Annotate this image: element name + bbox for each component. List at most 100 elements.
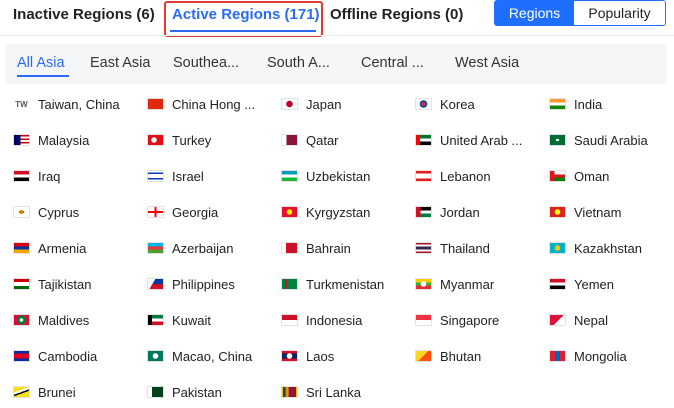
uae-flag-icon — [415, 134, 432, 146]
country-name: Bahrain — [306, 240, 351, 256]
view-toggle: Regions Popularity — [494, 0, 666, 26]
country-item[interactable]: TW Taiwan, China — [13, 94, 120, 114]
mongolia-flag-icon — [549, 350, 566, 362]
country-item[interactable]: Singapore — [415, 310, 499, 330]
country-item[interactable]: Myanmar — [415, 274, 494, 294]
regions-view-button[interactable]: Regions — [495, 1, 574, 25]
myanmar-flag-icon — [415, 278, 432, 290]
tabs-divider — [0, 35, 674, 36]
hong-kong-flag-icon — [147, 98, 164, 110]
country-item[interactable]: Kuwait — [147, 310, 211, 330]
country-name: Turkey — [172, 132, 212, 148]
country-item[interactable]: Indonesia — [281, 310, 362, 330]
country-item[interactable]: Oman — [549, 166, 609, 186]
indonesia-flag-icon — [281, 314, 298, 326]
sri-lanka-flag-icon — [281, 386, 298, 398]
country-item[interactable]: Kyrgyzstan — [281, 202, 370, 222]
country-item[interactable]: Uzbekistan — [281, 166, 370, 186]
tab-inactive-regions[interactable]: Inactive Regions (6) — [13, 6, 155, 23]
country-name: Malaysia — [38, 132, 90, 148]
country-name: Turkmenistan — [306, 276, 385, 292]
subtab-all-asia[interactable]: All Asia — [17, 55, 65, 71]
uzbekistan-flag-icon — [281, 170, 298, 182]
country-name: Jordan — [440, 204, 480, 220]
country-item[interactable]: Korea — [415, 94, 475, 114]
country-item[interactable]: Kazakhstan — [549, 238, 642, 258]
subtab-south-asia[interactable]: South A... — [267, 55, 330, 71]
iraq-flag-icon — [13, 170, 30, 182]
country-item[interactable]: Lebanon — [415, 166, 491, 186]
country-name: Kuwait — [172, 312, 212, 328]
subtab-east-asia[interactable]: East Asia — [90, 55, 150, 71]
country-item[interactable]: Vietnam — [549, 202, 621, 222]
country-name: Maldives — [38, 312, 90, 328]
country-item[interactable]: Laos — [281, 346, 334, 366]
sub-region-tabs: All Asia East Asia Southea... South A...… — [5, 44, 667, 84]
country-item[interactable]: Georgia — [147, 202, 218, 222]
armenia-flag-icon — [13, 242, 30, 254]
singapore-flag-icon — [415, 314, 432, 326]
country-item[interactable]: Saudi Arabia — [549, 130, 648, 150]
country-name: Singapore — [440, 312, 500, 328]
country-name: Sri Lanka — [306, 384, 361, 400]
country-item[interactable]: Sri Lanka — [281, 382, 361, 402]
country-item[interactable]: China Hong ... — [147, 94, 255, 114]
country-item[interactable]: United Arab ... — [415, 130, 522, 150]
israel-flag-icon — [147, 170, 164, 182]
country-item[interactable]: Turkey — [147, 130, 211, 150]
country-item[interactable]: Qatar — [281, 130, 339, 150]
country-name: Oman — [574, 168, 610, 184]
country-name: Japan — [306, 96, 342, 112]
country-item[interactable]: Yemen — [549, 274, 614, 294]
taiwan-icon: TW — [13, 98, 30, 110]
maldives-flag-icon — [13, 314, 30, 326]
country-item[interactable]: Thailand — [415, 238, 490, 258]
country-name: Iraq — [38, 168, 61, 184]
country-name: Taiwan, China — [38, 96, 120, 112]
country-item[interactable]: Turkmenistan — [281, 274, 384, 294]
country-item[interactable]: Nepal — [549, 310, 608, 330]
tab-offline-regions[interactable]: Offline Regions (0) — [330, 6, 463, 23]
country-name: Kazakhstan — [574, 240, 642, 256]
country-item[interactable]: Cyprus — [13, 202, 79, 222]
subtab-west-asia[interactable]: West Asia — [455, 55, 519, 71]
country-name: Laos — [306, 348, 335, 364]
country-item[interactable]: Mongolia — [549, 346, 627, 366]
macao-flag-icon — [147, 350, 164, 362]
yemen-flag-icon — [549, 278, 566, 290]
country-item[interactable]: Jordan — [415, 202, 480, 222]
country-item[interactable]: Tajikistan — [13, 274, 91, 294]
country-item[interactable]: Malaysia — [13, 130, 89, 150]
japan-flag-icon — [281, 98, 298, 110]
country-name: Cyprus — [38, 204, 80, 220]
country-item[interactable]: Japan — [281, 94, 341, 114]
kazakhstan-flag-icon — [549, 242, 566, 254]
country-name: Pakistan — [172, 384, 222, 400]
subtab-central-asia[interactable]: Central ... — [361, 55, 424, 71]
philippines-flag-icon — [147, 278, 164, 290]
country-item[interactable]: Maldives — [13, 310, 89, 330]
country-name: Indonesia — [306, 312, 363, 328]
brunei-flag-icon — [13, 386, 30, 398]
country-item[interactable]: India — [549, 94, 602, 114]
country-name: Philippines — [172, 276, 235, 292]
country-item[interactable]: Pakistan — [147, 382, 222, 402]
country-item[interactable]: Bahrain — [281, 238, 351, 258]
country-name: Qatar — [306, 132, 339, 148]
popularity-view-button[interactable]: Popularity — [574, 1, 665, 25]
country-item[interactable]: Iraq — [13, 166, 60, 186]
subtab-southeast-asia[interactable]: Southea... — [173, 55, 239, 71]
country-name: United Arab ... — [440, 132, 523, 148]
country-name: Israel — [172, 168, 204, 184]
cyprus-flag-icon — [13, 206, 30, 218]
country-item[interactable]: Azerbaijan — [147, 238, 233, 258]
country-item[interactable]: Philippines — [147, 274, 235, 294]
country-item[interactable]: Cambodia — [13, 346, 97, 366]
country-item[interactable]: Bhutan — [415, 346, 481, 366]
country-item[interactable]: Brunei — [13, 382, 76, 402]
tab-active-regions[interactable]: Active Regions (171) — [172, 6, 320, 23]
country-item[interactable]: Israel — [147, 166, 204, 186]
country-item[interactable]: Armenia — [13, 238, 86, 258]
country-item[interactable]: Macao, China — [147, 346, 252, 366]
bahrain-flag-icon — [281, 242, 298, 254]
